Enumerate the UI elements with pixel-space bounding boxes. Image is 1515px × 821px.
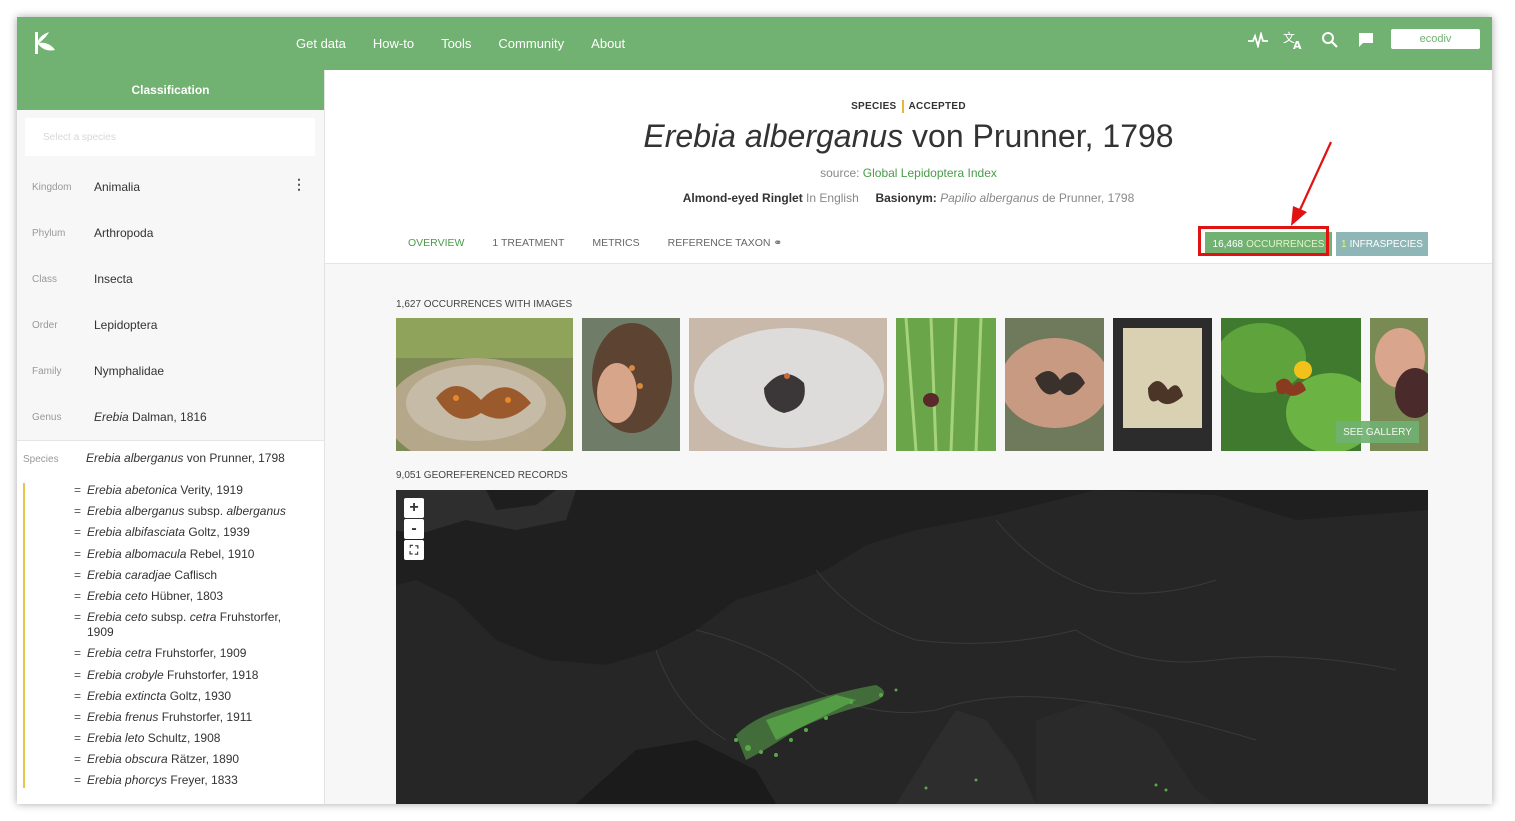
tab-metrics[interactable]: METRICS [592,237,639,257]
synonym-item[interactable]: Erebia caradjae Caflisch [74,568,302,583]
nav-get-data[interactable]: Get data [296,36,346,51]
synonym-item[interactable]: Erebia ceto Hübner, 1803 [74,589,302,604]
rank-value: Nymphalidae [94,364,165,378]
occurrence-map[interactable]: + - ⛶ [396,490,1428,804]
rank-value: Arthropoda [94,226,154,240]
see-gallery-button[interactable]: SEE GALLERY [1336,421,1419,443]
synonym-item[interactable]: Erebia albifasciata Goltz, 1939 [74,525,302,540]
rank-class[interactable]: Class Insecta [17,256,324,302]
occurrence-image[interactable] [1113,318,1212,451]
species-block: Species Erebia alberganus von Prunner, 1… [17,440,324,804]
images-section-label: 1,627 OCCURRENCES WITH IMAGES [396,299,573,310]
species-main: SPECIES ACCEPTED Erebia alberganus von Pr… [325,70,1492,804]
basionym-name: Papilio alberganus [936,191,1039,205]
activity-icon[interactable] [1247,29,1269,51]
synonym-item[interactable]: Erebia abetonica Verity, 1919 [74,483,302,498]
fullscreen-button[interactable]: ⛶ [404,540,424,560]
synonym-item[interactable]: Erebia extincta Goltz, 1930 [74,689,302,704]
nav-tools[interactable]: Tools [441,36,471,51]
rank-phylum[interactable]: Phylum Arthropoda [17,210,324,256]
basionym-label: Basionym: [875,191,937,205]
tab-overview[interactable]: OVERVIEW [408,237,464,257]
species-search-input[interactable] [25,118,315,156]
rank-value: Erebia Dalman, 1816 [94,410,207,424]
status-tag: ACCEPTED [908,101,966,113]
svg-text:A: A [1293,39,1302,50]
infraspecies-button[interactable]: 1 INFRASPECIES [1336,232,1428,256]
species-search-wrap [17,110,324,164]
zoom-out-button[interactable]: - [404,519,424,539]
rank-species[interactable]: Species Erebia alberganus von Prunner, 1… [17,451,324,473]
rank-label: Kingdom [32,181,72,193]
rank-order[interactable]: Order Lepidoptera [17,302,324,348]
synonym-item[interactable]: Erebia phorcys Freyer, 1833 [74,773,302,788]
synonym-item[interactable]: Erebia alberganus subsp. alberganus [74,504,302,519]
rank-value: Erebia alberganus von Prunner, 1798 [86,451,285,465]
rank-label: Genus [32,411,62,423]
rank-family[interactable]: Family Nymphalidae [17,348,324,394]
status-divider [901,100,904,113]
more-options-icon[interactable]: ⋮ [292,176,306,193]
app-window: Get data How-to Tools Community About 文A… [17,17,1492,804]
nav-community[interactable]: Community [498,36,564,51]
occurrence-image[interactable] [689,318,887,451]
synonym-item[interactable]: Erebia ceto subsp. cetra Fruhstorfer, 19… [74,610,302,640]
synonym-list: Erebia abetonica Verity, 1919 Erebia alb… [23,483,324,789]
translate-icon[interactable]: 文A [1283,29,1305,51]
main-nav: Get data How-to Tools Community About [296,17,652,70]
annotation-arrow-icon [1291,141,1333,226]
occurrence-image[interactable] [1005,318,1104,451]
feedback-icon[interactable] [1355,29,1377,51]
rank-value: Insecta [94,272,133,286]
rank-kingdom[interactable]: Kingdom Animalia ⋮ [17,164,324,210]
user-button[interactable]: ecodiv [1391,29,1480,49]
search-icon[interactable] [1319,29,1341,51]
gbif-logo-icon[interactable] [31,30,57,56]
occurrence-image[interactable] [582,318,680,451]
top-navigation-bar: Get data How-to Tools Community About 文A… [17,17,1492,70]
rank-tag: SPECIES [851,101,897,113]
synonym-item[interactable]: Erebia cetra Fruhstorfer, 1909 [74,646,302,661]
occurrence-image[interactable] [896,318,996,451]
rank-label: Species [23,454,59,465]
rank-label: Class [32,273,58,285]
map-section-label: 9,051 GEOREFERENCED RECORDS [396,470,568,481]
synonym-item[interactable]: Erebia crobyle Fruhstorfer, 1918 [74,668,302,683]
classification-sidebar: Classification Kingdom Animalia ⋮ Phylum… [17,70,325,804]
tab-bar: OVERVIEW 1 TREATMENT METRICS REFERENCE T… [408,237,810,257]
nav-how-to[interactable]: How-to [373,36,414,51]
rank-label: Phylum [32,227,66,239]
nav-about[interactable]: About [591,36,625,51]
top-icons: 文A [1247,29,1377,51]
rank-value: Animalia [94,180,141,194]
source-link[interactable]: Global Lepidoptera Index [863,166,997,180]
species-header: SPECIES ACCEPTED Erebia alberganus von Pr… [325,70,1492,264]
zoom-in-button[interactable]: + [404,498,424,518]
tab-treatment[interactable]: 1 TREATMENT [492,237,564,257]
rank-genus[interactable]: Genus Erebia Dalman, 1816 [17,394,324,440]
taxon-status: SPECIES ACCEPTED [325,100,1492,113]
highlight-box [1198,226,1329,256]
synonym-item[interactable]: Erebia albomacula Rebel, 1910 [74,547,302,562]
common-name: Almond-eyed Ringlet [682,191,803,205]
sidebar-title: Classification [17,70,324,110]
synonym-item[interactable]: Erebia obscura Rätzer, 1890 [74,752,302,767]
rank-label: Family [32,365,62,377]
occurrence-image[interactable] [396,318,573,451]
synonym-item[interactable]: Erebia frenus Fruhstorfer, 1911 [74,710,302,725]
rank-value: Lepidoptera [94,318,158,332]
rank-label: Order [32,319,58,331]
map-canvas [396,490,1428,804]
tab-reference-taxon[interactable]: REFERENCE TAXON ⚭ [668,237,783,257]
synonym-item[interactable]: Erebia leto Schultz, 1908 [74,731,302,746]
image-gallery: SEE GALLERY [396,318,1428,451]
